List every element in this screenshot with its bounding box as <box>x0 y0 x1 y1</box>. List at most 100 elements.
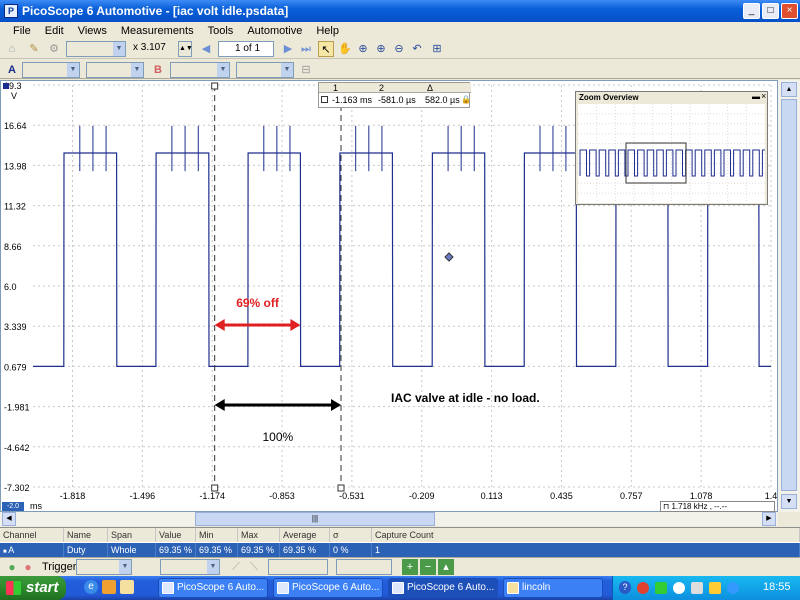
run-icon[interactable]: ● <box>4 559 20 575</box>
scroll-up-button[interactable]: ▲ <box>781 82 797 97</box>
rising-edge-icon[interactable]: ⟋ <box>228 559 244 575</box>
wifi-tray-icon[interactable] <box>673 582 685 594</box>
trigger-threshold-field[interactable] <box>268 559 328 575</box>
off-arrow-head-left <box>214 319 225 331</box>
quicklaunch-icon[interactable] <box>102 580 116 594</box>
hand-tool-icon[interactable]: ✋ <box>337 41 353 57</box>
channel-a-range-select[interactable]: ▼ <box>22 62 80 78</box>
cell-channel-value: A <box>8 545 15 555</box>
zoom-in-area-icon[interactable]: ⊕ <box>373 41 389 57</box>
falling-edge-icon[interactable]: ⟍ <box>246 559 262 575</box>
task-picoscope-3[interactable]: PicoScope 6 Auto... <box>388 578 498 598</box>
zoom-overview-minimize-icon[interactable]: ▬ <box>752 92 760 101</box>
cell-value[interactable]: 69.35 % <box>156 543 196 557</box>
add-measurement-icon[interactable]: + <box>402 559 418 575</box>
menu-tools[interactable]: Tools <box>201 25 241 37</box>
scroll-left-button[interactable]: ◀ <box>2 512 16 526</box>
trigger-source-select[interactable]: ▼ <box>160 559 220 575</box>
battery-tray-icon[interactable] <box>709 582 721 594</box>
ruler-panel: 1 2 Δ -1.163 ms -581.0 µs 582.0 µs 🔒 <box>318 82 471 108</box>
ruler-handle-top[interactable] <box>211 82 219 90</box>
close-button[interactable]: × <box>781 3 798 19</box>
help-tray-icon[interactable]: ? <box>619 581 631 594</box>
x-tick-label: -1.496 <box>130 491 156 501</box>
ruler-handle-bottom[interactable] <box>211 484 219 492</box>
cell-average[interactable]: 69.35 % <box>280 543 330 557</box>
page-indicator[interactable]: 1 of 1 <box>218 41 274 57</box>
menu-edit[interactable]: Edit <box>38 25 71 37</box>
ruler-checkbox[interactable] <box>321 96 328 103</box>
cell-name[interactable]: Duty Cycle <box>64 543 108 569</box>
task-picoscope-2[interactable]: PicoScope 6 Auto... <box>273 578 383 598</box>
volume-tray-icon[interactable] <box>691 582 703 594</box>
menu-help[interactable]: Help <box>309 25 346 37</box>
zoom-overview-close-icon[interactable]: × <box>761 91 766 101</box>
network-tray-icon[interactable] <box>655 582 667 594</box>
menu-file[interactable]: File <box>6 25 38 37</box>
menu-automotive[interactable]: Automotive <box>240 25 309 37</box>
zoom-spinner[interactable]: ▲▼ <box>178 41 193 57</box>
zoom-overview-icon[interactable]: ⊞ <box>429 41 445 57</box>
channel-b-coupling-select[interactable]: ▼ <box>236 62 294 78</box>
channel-b-range-select[interactable]: ▼ <box>170 62 230 78</box>
horizontal-scrollbar[interactable]: ◀ ||| ▶ <box>0 512 778 526</box>
timebase-select[interactable]: ▼ <box>66 41 126 57</box>
vertical-scroll-thumb[interactable] <box>781 99 797 491</box>
col-header-channel[interactable]: Channel <box>0 528 64 542</box>
update-tray-icon[interactable] <box>727 582 739 594</box>
zoom-in-icon[interactable]: ⊕ <box>355 41 371 57</box>
menu-measurements[interactable]: Measurements <box>114 25 201 37</box>
ruler-lock-icon[interactable]: 🔒 <box>461 95 471 104</box>
cell-channel[interactable]: ■ A <box>0 543 64 557</box>
scroll-down-button[interactable]: ▼ <box>781 494 797 509</box>
pointer-tool-icon[interactable]: ↖ <box>318 41 334 57</box>
folder-icon[interactable] <box>120 580 134 594</box>
scope-mode-icon[interactable]: ⌂ <box>4 41 20 57</box>
stop-icon[interactable]: ● <box>20 559 36 575</box>
first-page-icon[interactable]: ◀ <box>198 41 214 57</box>
task-lincoln[interactable]: lincoln <box>503 578 603 598</box>
zoom-factor-field[interactable]: x 3.107 <box>130 41 178 57</box>
settings-icon[interactable]: ⚙ <box>46 41 62 57</box>
cell-sigma[interactable]: 0 % <box>330 543 372 557</box>
last-page-icon[interactable]: ⏭ <box>298 41 314 57</box>
channel-b-icon[interactable]: B <box>150 62 166 78</box>
cell-span[interactable]: Whole trace <box>108 543 156 569</box>
zoom-out-icon[interactable]: ⊖ <box>391 41 407 57</box>
ruler-handle-bottom[interactable] <box>337 484 345 492</box>
next-page-icon[interactable]: ▶ <box>280 41 296 57</box>
col-header-span[interactable]: Span <box>108 528 156 542</box>
col-header-capture-count[interactable]: Capture Count <box>372 528 800 542</box>
col-header-max[interactable]: Max <box>238 528 280 542</box>
start-button[interactable]: start <box>0 576 66 600</box>
cell-min[interactable]: 69.35 % <box>196 543 238 557</box>
minimize-button[interactable]: _ <box>743 3 760 19</box>
maximize-button[interactable]: □ <box>762 3 779 19</box>
undo-zoom-icon[interactable]: ↶ <box>409 41 425 57</box>
col-header-value[interactable]: Value <box>156 528 196 542</box>
pretrigger-field[interactable] <box>336 559 392 575</box>
cell-max[interactable]: 69.35 % <box>238 543 280 557</box>
edit-measurement-icon[interactable]: ▴ <box>438 559 454 575</box>
channel-a-coupling-select[interactable]: ▼ <box>86 62 144 78</box>
ie-icon[interactable]: e <box>84 580 98 594</box>
col-header-average[interactable]: Average <box>280 528 330 542</box>
menu-views[interactable]: Views <box>71 25 114 37</box>
channel-a-icon[interactable]: A <box>4 62 20 78</box>
zoom-overview-panel[interactable]: Zoom Overview ▬ × <box>575 91 768 205</box>
x-tick-label: -0.531 <box>339 491 365 501</box>
security-tray-icon[interactable] <box>637 582 649 594</box>
probe-icon[interactable]: ✎ <box>26 41 42 57</box>
horizontal-scroll-thumb[interactable]: ||| <box>195 512 435 526</box>
col-header-min[interactable]: Min <box>196 528 238 542</box>
trigger-mode-select[interactable]: ▼ <box>76 559 132 575</box>
scroll-right-button[interactable]: ▶ <box>762 512 776 526</box>
task-picoscope-1[interactable]: PicoScope 6 Auto... <box>158 578 268 598</box>
remove-measurement-icon[interactable]: − <box>420 559 436 575</box>
cell-capture-count[interactable]: 1 <box>372 543 800 557</box>
signal-ruler-marker[interactable] <box>444 252 454 262</box>
channel-options-icon[interactable]: ⊟ <box>298 62 314 78</box>
col-header-sigma[interactable]: σ <box>330 528 372 542</box>
col-header-name[interactable]: Name <box>64 528 108 542</box>
vertical-scrollbar[interactable]: ▲ ▼ <box>778 80 800 512</box>
